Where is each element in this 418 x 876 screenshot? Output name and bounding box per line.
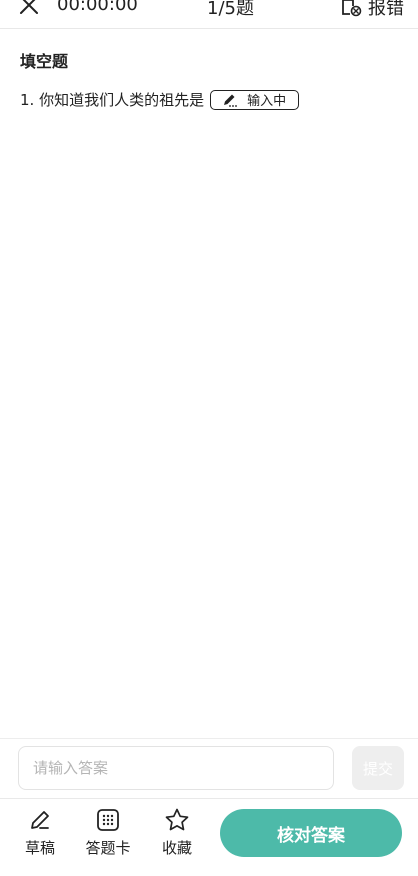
answer-blank[interactable]: 输入中 <box>210 89 300 110</box>
question: 1. 你知道我们人类的祖先是 输入中 <box>20 89 300 110</box>
report-button[interactable]: 报错 <box>340 0 404 20</box>
question-text: 1. 你知道我们人类的祖先是 <box>20 91 205 109</box>
bottom-toolbar: 草稿 答题卡 收藏 核对答案 <box>0 798 418 876</box>
star-icon <box>165 808 189 831</box>
quiz-page: 00:00:00 1/5题 报错 填空题 1. 你知道我们人类的祖先是 输入中 … <box>0 0 418 876</box>
draft-button[interactable]: 草稿 <box>8 807 72 858</box>
check-answer-button[interactable]: 核对答案 <box>220 809 402 857</box>
blank-label: 输入中 <box>247 94 287 109</box>
answer-card-label: 答题卡 <box>85 839 131 857</box>
answer-card-button[interactable]: 答题卡 <box>76 807 140 858</box>
favorite-label: 收藏 <box>161 839 192 857</box>
draft-icon <box>31 811 49 829</box>
close-icon[interactable] <box>18 0 40 16</box>
answer-input[interactable] <box>18 746 334 790</box>
question-progress: 1/5题 <box>207 0 254 19</box>
favorite-button[interactable]: 收藏 <box>145 807 209 858</box>
answer-card-icon <box>97 809 119 831</box>
submit-button[interactable]: 提交 <box>352 746 404 790</box>
answer-bar: 提交 <box>0 738 418 799</box>
report-icon <box>342 0 362 17</box>
timer: 00:00:00 <box>57 0 138 15</box>
section-title: 填空题 <box>20 52 69 71</box>
draft-label: 草稿 <box>24 839 55 857</box>
top-bar: 00:00:00 1/5题 报错 <box>0 0 418 29</box>
pencil-icon <box>224 94 238 107</box>
report-label: 报错 <box>368 0 404 19</box>
